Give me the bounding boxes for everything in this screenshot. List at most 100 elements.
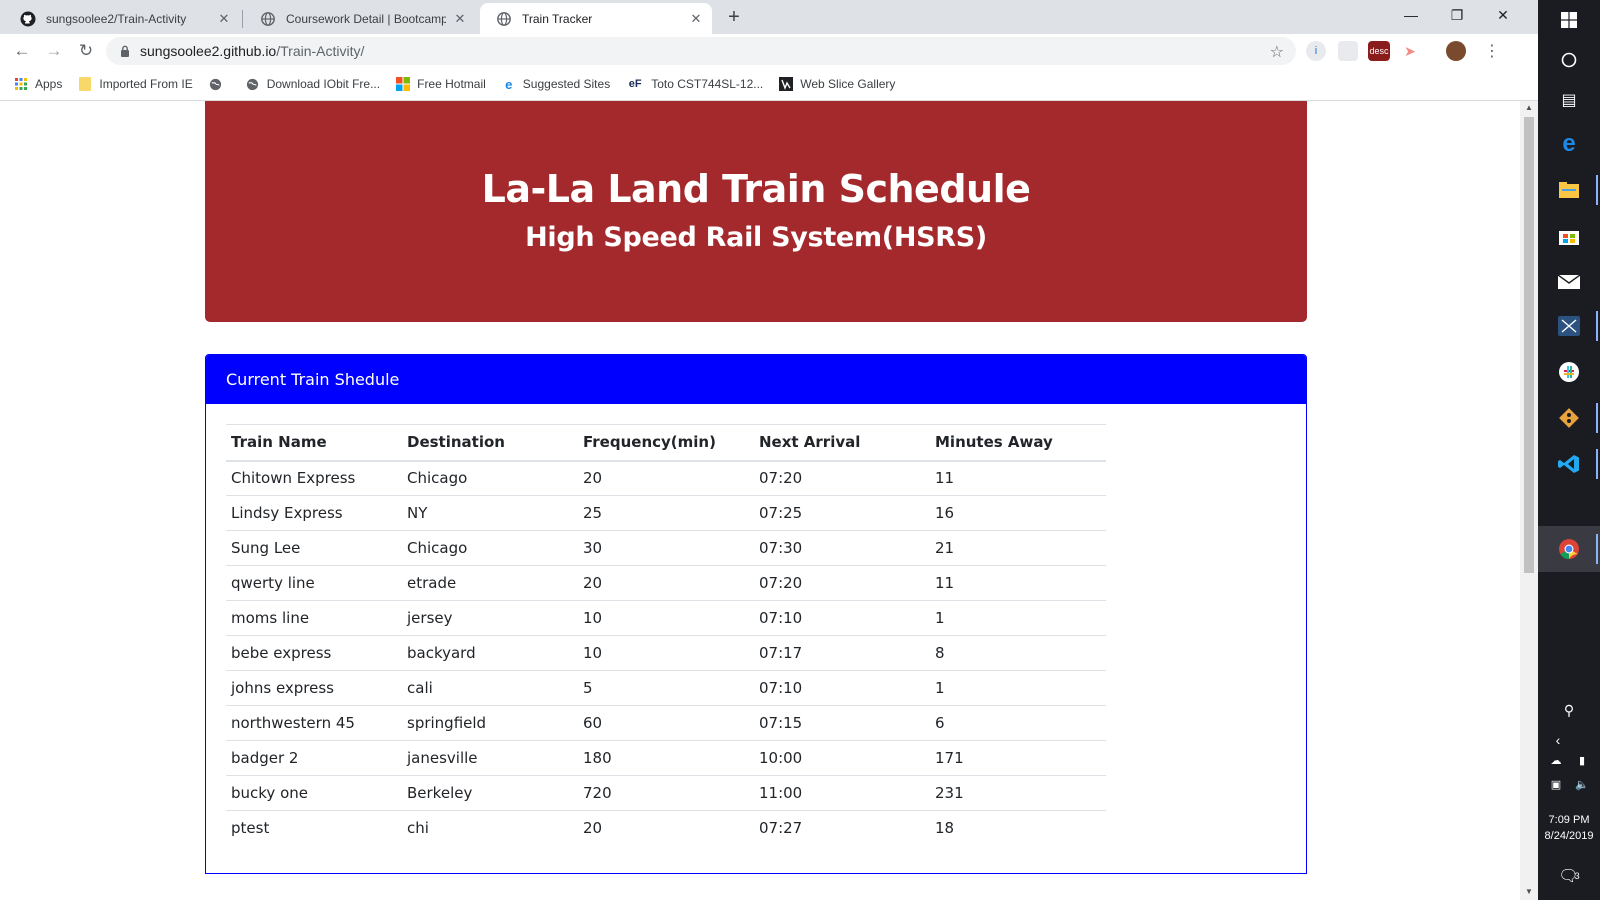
windows-logo-icon	[396, 77, 411, 91]
table-row: northwestern 45 springfield 60 07:15 6	[226, 705, 1106, 741]
frequency-cell: 10	[578, 600, 754, 636]
ef-logo-icon: eF	[628, 78, 642, 90]
task-view-icon[interactable]: ▤	[1553, 86, 1585, 114]
tab-coursework[interactable]: Coursework Detail | Bootcamp Sp ✕	[244, 3, 476, 34]
frequency-cell: 5	[578, 670, 754, 706]
train-name-cell: johns express	[226, 670, 402, 706]
extension-arrow-icon[interactable]: ➤	[1400, 41, 1420, 61]
file-explorer-icon[interactable]	[1553, 176, 1585, 204]
train-name-cell: Lindsy Express	[226, 495, 402, 531]
people-icon[interactable]: ⚲	[1553, 696, 1585, 724]
minutes-away-cell: 1	[930, 670, 1106, 706]
table-row: qwerty line etrade 20 07:20 11	[226, 565, 1106, 601]
extension-desc-icon[interactable]: desc	[1368, 41, 1390, 61]
scrollbar-thumb[interactable]	[1524, 117, 1534, 573]
minutes-away-cell: 171	[930, 740, 1106, 776]
scroll-up-icon[interactable]: ▲	[1524, 103, 1534, 112]
bookmark-star-icon[interactable]: ☆	[1270, 42, 1284, 62]
table-row: Lindsy Express NY 25 07:25 16	[226, 495, 1106, 531]
bookmark-apps[interactable]: Apps	[14, 77, 62, 91]
train-name-cell: Sung Lee	[226, 530, 402, 566]
next-arrival-cell: 07:17	[754, 635, 930, 671]
train-name-cell: northwestern 45	[226, 705, 402, 741]
frequency-cell: 720	[578, 775, 754, 811]
extension-info-icon[interactable]: i	[1306, 41, 1326, 61]
bookmark-suggested-sites[interactable]: e Suggested Sites	[502, 77, 611, 92]
column-header-destination: Destination	[402, 424, 578, 462]
extension-grey-icon[interactable]	[1338, 41, 1358, 61]
reload-icon[interactable]: ↻	[72, 38, 100, 64]
mail-icon[interactable]	[1553, 268, 1585, 296]
minutes-away-cell: 6	[930, 705, 1106, 741]
edge-icon[interactable]: e	[1553, 130, 1585, 158]
frequency-cell: 20	[578, 565, 754, 601]
destination-cell: springfield	[402, 705, 578, 741]
table-body: Chitown Express Chicago 20 07:20 11 Lindsy Ex…	[226, 461, 1106, 846]
page-scrollbar[interactable]: ▲ ▼	[1520, 101, 1538, 900]
bookmark-imported-from-ie[interactable]: Imported From IE	[78, 77, 193, 91]
network-icon[interactable]: ▣	[1544, 770, 1568, 798]
schedule-table: Train Name Destination Frequency(min) Ne…	[226, 424, 1106, 846]
new-tab-button[interactable]: +	[720, 5, 748, 29]
destination-cell: Chicago	[402, 530, 578, 566]
menu-kebab-icon[interactable]: ⋮	[1478, 38, 1506, 64]
close-icon[interactable]: ✕	[216, 11, 232, 27]
address-bar[interactable]: sungsoolee2.github.io/Train-Activity/ ☆	[106, 37, 1296, 65]
next-arrival-cell: 07:20	[754, 565, 930, 601]
bookmark-iobit[interactable]: Download IObit Fre...	[246, 77, 380, 91]
slack-icon[interactable]	[1553, 358, 1585, 386]
snipping-tool-icon[interactable]	[1553, 312, 1585, 340]
globe-icon	[496, 11, 512, 27]
vscode-icon[interactable]	[1553, 450, 1585, 478]
train-name-cell: qwerty line	[226, 565, 402, 601]
page-title: La-La Land Train Schedule	[481, 167, 1031, 211]
volume-icon[interactable]: 🔈	[1570, 770, 1594, 798]
back-icon[interactable]: ←	[8, 38, 36, 64]
clock-time[interactable]: 7:09 PM	[1538, 814, 1600, 826]
bookmark-web-slice-gallery[interactable]: Web Slice Gallery	[779, 77, 895, 91]
browser-toolbar: ← → ↻ sungsoolee2.github.io/Train-Activi…	[0, 34, 1538, 68]
bookmark-label: Suggested Sites	[522, 77, 611, 91]
close-icon[interactable]: ✕	[688, 11, 704, 27]
bookmark-label: Web Slice Gallery	[800, 77, 896, 91]
table-row: Chitown Express Chicago 20 07:20 11	[226, 461, 1106, 496]
github-icon	[20, 11, 36, 27]
train-name-cell: bebe express	[226, 635, 402, 671]
forward-icon[interactable]: →	[40, 38, 68, 64]
minimize-icon[interactable]: —	[1388, 0, 1434, 30]
bookmark-toto[interactable]: eF Toto CST744SL-12...	[626, 77, 763, 91]
restore-icon[interactable]: ❐	[1434, 0, 1480, 30]
scroll-down-icon[interactable]: ▼	[1524, 887, 1534, 896]
search-icon[interactable]	[1553, 46, 1585, 74]
bookmark-globe[interactable]	[209, 77, 230, 91]
tab-train-tracker[interactable]: Train Tracker ✕	[480, 3, 712, 34]
url-host: sungsoolee2.github.io	[140, 43, 277, 59]
table-row: bebe express backyard 10 07:17 8	[226, 635, 1106, 671]
git-icon[interactable]	[1553, 404, 1585, 432]
header-banner: La-La Land Train Schedule High Speed Rai…	[205, 101, 1307, 322]
tab-github[interactable]: sungsoolee2/Train-Activity ✕	[4, 3, 240, 34]
tab-strip: sungsoolee2/Train-Activity ✕ Coursework …	[0, 0, 1538, 34]
windows-start-icon[interactable]	[1553, 6, 1585, 34]
close-window-icon[interactable]: ✕	[1480, 0, 1526, 30]
next-arrival-cell: 07:20	[759, 469, 803, 488]
tab-title: sungsoolee2/Train-Activity	[46, 11, 187, 26]
profile-avatar[interactable]	[1446, 41, 1466, 61]
notification-icon[interactable]: 🗨 3	[1553, 862, 1585, 890]
folder-icon	[78, 77, 92, 91]
close-icon[interactable]: ✕	[452, 11, 468, 27]
destination-cell: Berkeley	[402, 775, 578, 811]
next-arrival-cell: 07:10	[754, 670, 930, 706]
bookmark-free-hotmail[interactable]: Free Hotmail	[396, 77, 486, 91]
minutes-away-cell: 11	[930, 565, 1106, 601]
tab-divider	[242, 10, 243, 28]
store-icon[interactable]	[1553, 222, 1585, 250]
chrome-icon[interactable]	[1553, 535, 1585, 563]
windows-taskbar: ▤ e ⚲ ‹ ☁ ▮ ▣ 🔈 7:09 PM 8/24/2019 🗨 3	[1538, 0, 1600, 900]
table-row: badger 2 janesville 180 10:00 171	[226, 740, 1106, 776]
column-header-train-name: Train Name	[226, 424, 402, 462]
clock-date[interactable]: 8/24/2019	[1538, 830, 1600, 842]
column-header-next-arrival: Next Arrival	[754, 424, 930, 462]
frequency-cell: 20	[583, 469, 603, 488]
table-row: bucky one Berkeley 720 11:00 231	[226, 775, 1106, 811]
